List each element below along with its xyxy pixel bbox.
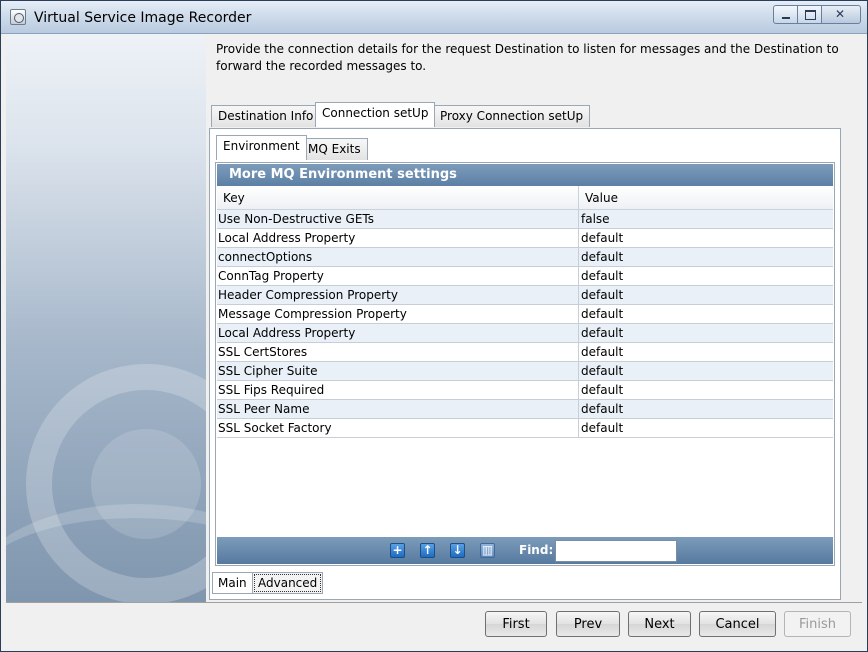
table-row[interactable]: Message Compression Property default [217,305,833,324]
value-cell[interactable]: default [579,400,831,418]
key-cell[interactable]: Local Address Property [217,229,579,247]
table-row[interactable]: SSL Peer Name default [217,400,833,419]
column-header-value[interactable]: Value [579,186,831,209]
tab-mq-exits[interactable]: MQ Exits [301,138,368,160]
key-cell[interactable]: Header Compression Property [217,286,579,304]
window-title: Virtual Service Image Recorder [34,10,252,26]
value-cell[interactable]: default [579,286,831,304]
find-label: Find: [519,543,554,557]
table-toolbar: + ↑ ↓ ▥ Find: [217,537,833,564]
arrow-up-icon[interactable]: ↑ [420,543,435,558]
key-cell[interactable]: Message Compression Property [217,305,579,323]
tab-environment[interactable]: Environment [216,135,307,160]
footer-divider [6,602,862,603]
table-row[interactable]: SSL Socket Factory default [217,419,833,438]
first-button[interactable]: First [485,611,547,637]
table-header: Key Value [217,186,833,210]
wizard-side-graphic [6,34,206,602]
value-cell[interactable]: default [579,381,831,399]
key-cell[interactable]: SSL Socket Factory [217,419,579,437]
title-bar[interactable]: Virtual Service Image Recorder [1,1,867,34]
finish-button[interactable]: Finish [784,611,851,637]
value-cell[interactable]: default [579,324,831,342]
column-header-key[interactable]: Key [217,186,579,209]
value-cell[interactable]: false [579,210,831,228]
table-row[interactable]: Use Non-Destructive GETs false [217,210,833,229]
value-cell[interactable]: default [579,248,831,266]
settings-table: Key Value Use Non-Destructive GETs false … [217,186,833,438]
app-icon [10,9,26,25]
table-row[interactable]: SSL Fips Required default [217,381,833,400]
value-cell[interactable]: default [579,267,831,285]
key-cell[interactable]: SSL CertStores [217,343,579,361]
trash-icon[interactable]: ▥ [480,543,495,558]
table-row[interactable]: Local Address Property default [217,324,833,343]
connection-setup-panel: Environment MQ Exits More MQ Environment… [209,128,841,600]
arrow-down-icon[interactable]: ↓ [450,543,465,558]
find-input[interactable] [555,540,677,562]
table-row[interactable]: SSL Cipher Suite default [217,362,833,381]
window-controls [773,5,861,25]
key-cell[interactable]: connectOptions [217,248,579,266]
tab-main[interactable]: Main [212,572,253,594]
key-cell[interactable]: Use Non-Destructive GETs [217,210,579,228]
table-row[interactable]: Header Compression Property default [217,286,833,305]
value-cell[interactable]: default [579,362,831,380]
plus-icon[interactable]: + [390,543,405,558]
table-row[interactable]: connectOptions default [217,248,833,267]
tab-destination-info[interactable]: Destination Info [211,105,321,127]
environment-panel: More MQ Environment settings Key Value U… [215,162,835,566]
recorder-window: Virtual Service Image Recorder Provide t… [0,0,868,652]
table-row[interactable]: Local Address Property default [217,229,833,248]
prev-button[interactable]: Prev [556,611,620,637]
tab-connection-setup[interactable]: Connection setUp [315,102,436,127]
tab-proxy-connection-setup[interactable]: Proxy Connection setUp [433,105,591,127]
key-cell[interactable]: SSL Cipher Suite [217,362,579,380]
maximize-icon[interactable] [797,5,822,24]
cancel-button[interactable]: Cancel [699,611,776,637]
table-row[interactable]: ConnTag Property default [217,267,833,286]
table-row[interactable]: SSL CertStores default [217,343,833,362]
panel-title: More MQ Environment settings [217,164,833,186]
instructions-text: Provide the connection details for the r… [216,42,839,73]
key-cell[interactable]: ConnTag Property [217,267,579,285]
value-cell[interactable]: default [579,419,831,437]
minimize-icon[interactable] [773,5,798,24]
close-icon[interactable] [821,5,861,24]
value-cell[interactable]: default [579,343,831,361]
table-body: Use Non-Destructive GETs false Local Addr… [217,210,833,438]
key-cell[interactable]: SSL Peer Name [217,400,579,418]
tab-advanced[interactable]: Advanced [252,572,324,594]
value-cell[interactable]: default [579,305,831,323]
next-button[interactable]: Next [628,611,691,637]
key-cell[interactable]: Local Address Property [217,324,579,342]
value-cell[interactable]: default [579,229,831,247]
key-cell[interactable]: SSL Fips Required [217,381,579,399]
